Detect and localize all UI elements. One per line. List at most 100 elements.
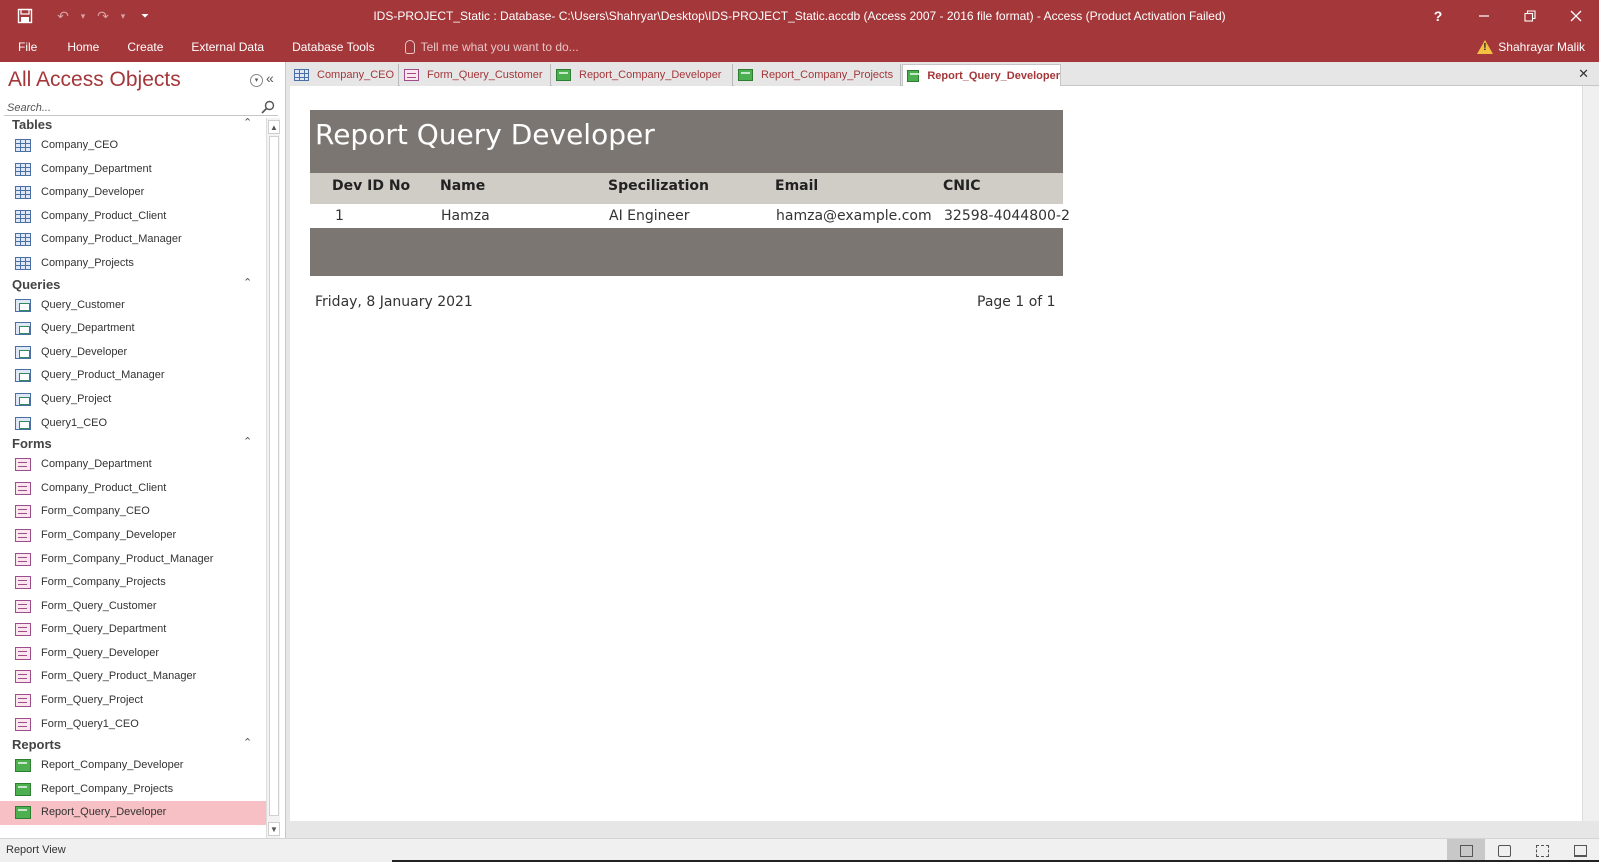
nav-item[interactable]: Query_Department xyxy=(0,317,266,341)
query-icon xyxy=(15,322,31,336)
tab-external-data[interactable]: External Data xyxy=(177,32,278,62)
nav-item-label: Company_Product_Client xyxy=(41,481,167,494)
customize-qat-icon[interactable]: ⏷ xyxy=(130,0,160,32)
view-switcher xyxy=(1447,839,1599,862)
nav-item[interactable]: Company_Developer xyxy=(0,181,266,205)
nav-item[interactable]: Query_Project xyxy=(0,388,266,412)
nav-item[interactable]: Company_Product_Client xyxy=(0,477,266,501)
window-controls: ? xyxy=(1415,0,1599,32)
nav-item-label: Company_Department xyxy=(41,162,152,175)
nav-title[interactable]: All Access Objects xyxy=(8,68,181,92)
nav-item[interactable]: Form_Company_CEO xyxy=(0,500,266,524)
nav-item[interactable]: Report_Company_Projects xyxy=(0,778,266,802)
user-name: Shahrayar Malik xyxy=(1498,40,1585,54)
print-preview-icon[interactable] xyxy=(1485,839,1523,862)
nav-item[interactable]: Company_Department xyxy=(0,453,266,477)
tab-create[interactable]: Create xyxy=(113,32,177,62)
report-view-icon[interactable] xyxy=(1447,839,1485,862)
nav-item-label: Form_Query_Project xyxy=(41,694,144,707)
nav-item[interactable]: Query_Developer xyxy=(0,341,266,365)
nav-group-tables[interactable]: Tables ⌃ xyxy=(0,116,266,134)
nav-item[interactable]: Query_Customer xyxy=(0,294,266,318)
column-header-cnic: CNIC xyxy=(943,178,981,194)
nav-item[interactable]: Company_Department xyxy=(0,158,266,182)
nav-search-input[interactable] xyxy=(4,100,254,116)
nav-item[interactable]: Company_Product_Client xyxy=(0,205,266,229)
nav-group-queries[interactable]: Queries ⌃ xyxy=(0,276,266,294)
query-icon xyxy=(15,416,31,430)
form-icon xyxy=(404,69,419,81)
undo-icon[interactable]: ↶ xyxy=(50,0,76,32)
nav-item[interactable]: Company_CEO xyxy=(0,134,266,158)
nav-item[interactable]: Form_Query_Project xyxy=(0,689,266,713)
nav-item-label: Form_Query_Product_Manager xyxy=(41,670,197,683)
tab-file[interactable]: File xyxy=(0,32,53,62)
nav-item[interactable]: Query1_CEO xyxy=(0,412,266,436)
nav-group-forms[interactable]: Forms ⌃ xyxy=(0,435,266,453)
vertical-scrollbar[interactable] xyxy=(1582,86,1599,821)
nav-item[interactable]: Query_Product_Manager xyxy=(0,364,266,388)
query-icon xyxy=(15,392,31,406)
doc-tab[interactable]: Form_Query_Customer xyxy=(400,64,551,86)
tab-home[interactable]: Home xyxy=(53,32,113,62)
nav-item[interactable]: Report_Company_Developer xyxy=(0,754,266,778)
restore-button[interactable] xyxy=(1507,0,1553,32)
form-icon xyxy=(15,670,31,684)
close-document-icon[interactable]: ✕ xyxy=(1578,66,1589,82)
help-button[interactable]: ? xyxy=(1415,0,1461,32)
undo-dropdown-icon[interactable]: ▾ xyxy=(76,0,90,32)
cell-email: hamza@example.com xyxy=(776,208,932,224)
ribbon-tab-bar: File Home Create External Data Database … xyxy=(0,32,1599,62)
title-bar: ↶ ▾ ↷ ▾ ⏷ IDS-PROJECT_Static : Database-… xyxy=(0,0,1599,32)
save-icon[interactable] xyxy=(0,0,50,32)
nav-scrollbar[interactable]: ▲ ▼ xyxy=(266,118,280,838)
tell-me-box[interactable]: Tell me what you want to do... xyxy=(389,32,579,62)
nav-item[interactable]: Form_Query_Department xyxy=(0,618,266,642)
doc-tab[interactable]: Company_CEO xyxy=(290,64,399,86)
nav-item-label: Company_CEO xyxy=(41,139,119,151)
nav-item[interactable]: Form_Company_Developer xyxy=(0,524,266,548)
redo-icon[interactable]: ↷ xyxy=(90,0,116,32)
column-header-email: Email xyxy=(775,178,819,194)
doc-tab[interactable]: Report_Query_Developer xyxy=(902,64,1061,87)
nav-item[interactable]: Form_Company_Product_Manager xyxy=(0,548,266,572)
nav-item[interactable]: Form_Query_Customer xyxy=(0,595,266,619)
scroll-up-icon[interactable]: ▲ xyxy=(268,120,280,134)
layout-view-icon[interactable] xyxy=(1523,839,1561,862)
collapse-group-icon[interactable]: ⌃ xyxy=(243,435,252,448)
nav-item[interactable]: Form_Query_Developer xyxy=(0,642,266,666)
horizontal-scrollbar[interactable] xyxy=(290,821,1599,838)
scroll-down-icon[interactable]: ▼ xyxy=(268,822,280,836)
nav-item[interactable]: Company_Product_Manager xyxy=(0,228,266,252)
nav-collapse-icon[interactable]: « xyxy=(266,70,274,86)
collapse-group-icon[interactable]: ⌃ xyxy=(243,276,252,289)
doc-tab-label: Report_Company_Projects xyxy=(761,69,894,81)
doc-tab[interactable]: Report_Company_Projects xyxy=(734,64,901,86)
table-icon xyxy=(15,162,31,176)
nav-group-reports[interactable]: Reports ⌃ xyxy=(0,736,266,754)
tab-database-tools[interactable]: Database Tools xyxy=(278,32,389,62)
nav-item[interactable]: Form_Query1_CEO xyxy=(0,713,266,737)
doc-tab[interactable]: Report_Company_Developer xyxy=(552,64,733,86)
redo-dropdown-icon[interactable]: ▾ xyxy=(116,0,130,32)
search-icon[interactable] xyxy=(260,99,276,115)
nav-header[interactable]: All Access Objects ▾ « xyxy=(0,62,286,98)
nav-item[interactable]: Report_Query_Developer xyxy=(0,801,266,826)
close-button[interactable] xyxy=(1553,0,1599,32)
nav-item-label: Form_Query_Department xyxy=(41,623,167,636)
nav-item-label: Company_Department xyxy=(41,458,152,471)
scroll-thumb[interactable] xyxy=(269,136,279,816)
nav-item-label: Report_Company_Projects xyxy=(41,782,174,795)
report-column-headers: Dev ID No Name Specilization Email CNIC xyxy=(310,173,1063,204)
nav-item[interactable]: Form_Query_Product_Manager xyxy=(0,665,266,689)
nav-item[interactable]: Company_Projects xyxy=(0,252,266,276)
collapse-group-icon[interactable]: ⌃ xyxy=(243,736,252,749)
design-view-icon[interactable] xyxy=(1561,839,1599,862)
collapse-group-icon[interactable]: ⌃ xyxy=(243,116,252,129)
column-header-specilization: Specilization xyxy=(608,178,709,194)
report-icon xyxy=(907,69,920,82)
user-account[interactable]: ! Shahrayar Malik xyxy=(1477,32,1585,62)
nav-menu-icon[interactable]: ▾ xyxy=(250,74,263,87)
nav-item[interactable]: Form_Company_Projects xyxy=(0,571,266,595)
minimize-button[interactable] xyxy=(1461,0,1507,32)
